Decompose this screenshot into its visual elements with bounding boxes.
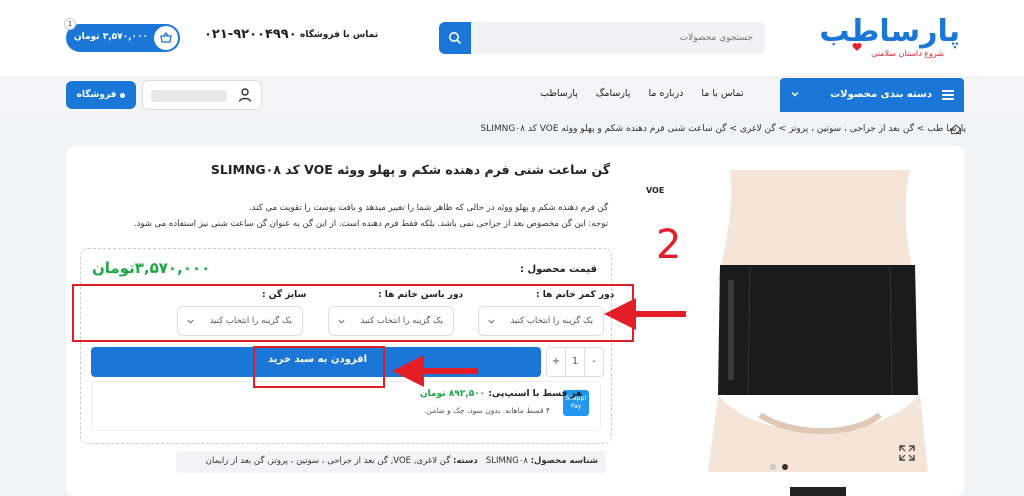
- logo-wordmark: پارساطب: [819, 14, 961, 49]
- cart-count-badge: 1: [64, 18, 76, 30]
- contact-phone[interactable]: ۰۲۱-۹۲۰۰۴۹۹۰: [204, 27, 297, 42]
- image-carousel-dots: [770, 464, 788, 470]
- nav-link-parsamag[interactable]: پارسامگ: [596, 88, 631, 99]
- product-description-line-1: گن فرم دهنده شکم و پهلو ووئه در حالی که …: [248, 203, 608, 213]
- search-button[interactable]: [439, 22, 471, 54]
- qty-minus-button[interactable]: -: [584, 348, 603, 376]
- redacted-username: [151, 90, 227, 102]
- installment-prefix: هر قسط با اسنپ‌پی:: [488, 389, 583, 399]
- shop-button[interactable]: فروشگاه: [66, 81, 136, 109]
- price-value: ۳,۵۷۰,۰۰۰تومان: [92, 259, 211, 277]
- menu-icon: [942, 90, 954, 100]
- product-image[interactable]: [690, 170, 952, 472]
- price-label: قیمت محصول :: [520, 264, 598, 275]
- sku-value: SLIMNG۰۸: [485, 456, 528, 466]
- annotation-box-add-to-cart: [253, 346, 385, 388]
- nav-link-parsateb[interactable]: پارساطب: [540, 88, 578, 99]
- basket-icon: [160, 31, 172, 43]
- qty-plus-button[interactable]: +: [547, 348, 565, 376]
- search-bar: [439, 22, 765, 54]
- brand-label: VOE: [646, 186, 665, 195]
- installment-amount: ۸۹۲,۵۰۰ تومان: [420, 389, 486, 399]
- sku-label: شناسه محصول:: [530, 456, 598, 466]
- nav-link-contact[interactable]: تماس با ما: [701, 88, 743, 99]
- contact-label: تماس با فروشگاه: [300, 30, 379, 40]
- search-input[interactable]: [479, 22, 759, 54]
- user-icon: [238, 88, 252, 102]
- carousel-dot-active[interactable]: [782, 464, 788, 470]
- annotation-step-number: 2: [656, 222, 682, 268]
- annotation-arrow-left: [392, 355, 478, 387]
- search-icon: [449, 32, 462, 45]
- nav-link-about[interactable]: درباره ما: [648, 88, 683, 99]
- category-label: دسته:: [453, 456, 478, 466]
- category-links[interactable]: گن لاغری, VOE, گن بعد از جراحی ، سوتین ،…: [206, 456, 451, 466]
- product-thumbnail[interactable]: [790, 487, 846, 496]
- quantity-stepper: + 1 -: [546, 347, 604, 377]
- breadcrumb[interactable]: پارسا طب > گن بعد از جراحی ، سوتین ، پرو…: [478, 124, 967, 134]
- product-title: گن ساعت شنی فرم دهنده شکم و پهلو ووئه VO…: [210, 162, 610, 177]
- main-nav: دسته بندی محصولات پارساطب پارسامگ درباره…: [0, 76, 1024, 114]
- carousel-dot[interactable]: [770, 464, 776, 470]
- nav-links: پارساطب پارسامگ درباره ما تماس با ما: [540, 88, 770, 99]
- cart-icon-holder: [154, 26, 178, 50]
- product-meta: شناسه محصول: SLIMNG۰۸ دسته: گن لاغری, VO…: [176, 451, 606, 473]
- categories-menu-button[interactable]: دسته بندی محصولات: [780, 78, 964, 112]
- product-description-line-2: توجه: این گن مخصوص بعد از جراحی نمی باشد…: [133, 219, 608, 229]
- qty-value[interactable]: 1: [565, 348, 584, 376]
- categories-label: دسته بندی محصولات: [830, 89, 932, 100]
- heart-icon: [852, 43, 862, 51]
- installment-line: هر قسط با اسنپ‌پی: ۸۹۲,۵۰۰ تومان: [420, 389, 582, 399]
- logo-tagline: شروع داستان سلامتی: [871, 49, 944, 58]
- shop-label: فروشگاه: [76, 90, 117, 100]
- user-account-button[interactable]: [142, 80, 262, 110]
- site-logo[interactable]: پارساطب شروع داستان سلامتی: [819, 14, 964, 62]
- chevron-down-icon: [791, 92, 799, 97]
- installment-terms: ۴ قسط ماهانه. بدون سود، چک و ضامن.: [424, 406, 550, 415]
- expand-icon[interactable]: [898, 444, 916, 462]
- annotation-box-options: [72, 284, 634, 342]
- dot-icon: [120, 92, 126, 98]
- cart-button[interactable]: 1 ۳,۵۷۰,۰۰۰ تومان: [64, 18, 180, 52]
- annotation-arrow-right: [604, 298, 686, 330]
- site-header: پارساطب شروع داستان سلامتی تماس با فروشگ…: [0, 0, 1024, 76]
- cart-total: ۳,۵۷۰,۰۰۰ تومان: [73, 32, 148, 42]
